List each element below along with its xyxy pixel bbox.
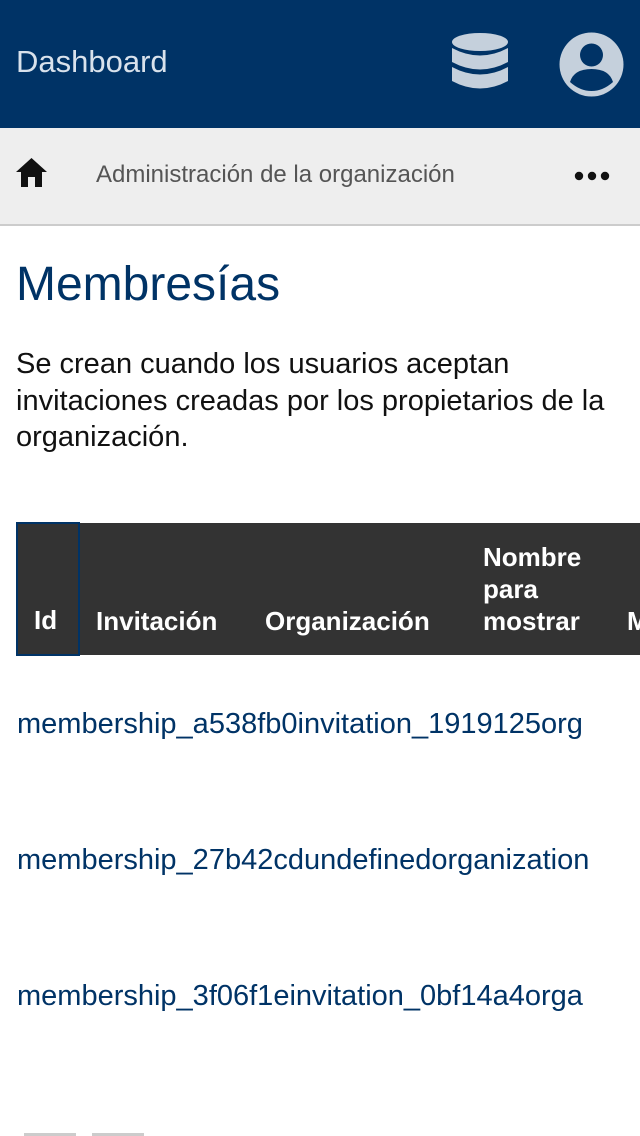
table-row[interactable]: membership_a538fb0invitation_1919125org (17, 655, 640, 792)
column-header-truncated[interactable]: M c e (611, 523, 640, 655)
database-icon[interactable] (449, 31, 511, 97)
column-header-invitation[interactable]: Invitación (79, 523, 249, 655)
column-header-organization[interactable]: Organización (249, 523, 467, 655)
top-bar: Dashboard (0, 0, 640, 128)
membership-row-link[interactable]: membership_27b42cdundefinedorganization (17, 844, 589, 877)
table-row[interactable]: membership_27b42cdundefinedorganization (17, 792, 640, 928)
membership-row-link[interactable]: membership_a538fb0invitation_1919125org (17, 708, 583, 741)
membership-row-link[interactable]: membership_3f06f1einvitation_0bf14a4orga (17, 980, 583, 1013)
dashboard-link[interactable]: Dashboard (16, 44, 168, 80)
page-description: Se crean cuando los usuarios aceptan inv… (16, 348, 605, 453)
column-header-display-name[interactable]: Nombre para mostrar (467, 523, 611, 655)
account-circle-icon[interactable] (558, 31, 625, 98)
breadcrumb-current: Administración de la organización (96, 161, 455, 188)
column-header-id[interactable]: Id (16, 522, 80, 656)
table-row[interactable]: membership_3f06f1einvitation_0bf14a4orga (17, 928, 640, 1064)
memberships-table: Id Invitación Organización Nombre para m… (16, 522, 640, 1064)
page-title: Membresías (16, 258, 281, 311)
table-header-row: Id Invitación Organización Nombre para m… (16, 522, 640, 656)
memberships-table-container[interactable]: Id Invitación Organización Nombre para m… (16, 522, 640, 1136)
home-icon[interactable] (15, 157, 48, 188)
more-horizontal-icon[interactable] (574, 170, 610, 182)
